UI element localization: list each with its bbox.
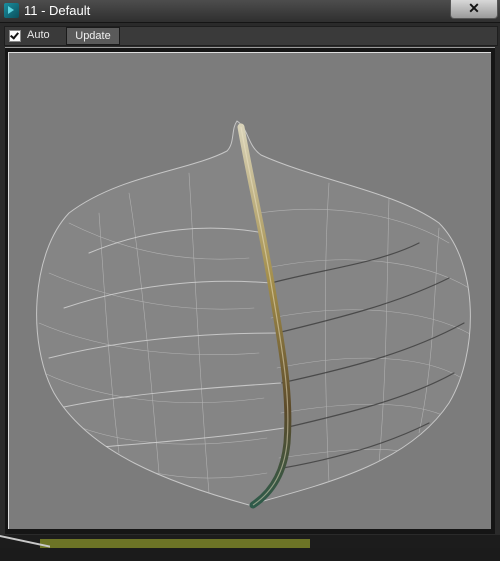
bottom-edge bbox=[0, 535, 500, 561]
auto-checkbox[interactable] bbox=[9, 30, 21, 42]
viewport-frame bbox=[5, 47, 495, 534]
preview-viewport[interactable] bbox=[8, 52, 491, 529]
app-icon bbox=[4, 3, 19, 18]
update-button[interactable]: Update bbox=[66, 27, 120, 45]
background-window-strip bbox=[40, 539, 310, 548]
leaf-preview-image bbox=[36, 120, 471, 509]
window-title: 11 - Default bbox=[24, 3, 91, 18]
close-button[interactable]: ✕ bbox=[450, 0, 498, 19]
auto-label: Auto bbox=[27, 29, 50, 41]
material-preview-window: 11 - Default ✕ Auto Update bbox=[0, 0, 500, 561]
toolbar: Auto Update bbox=[4, 26, 498, 46]
title-bar[interactable]: 11 - Default ✕ bbox=[0, 0, 500, 23]
